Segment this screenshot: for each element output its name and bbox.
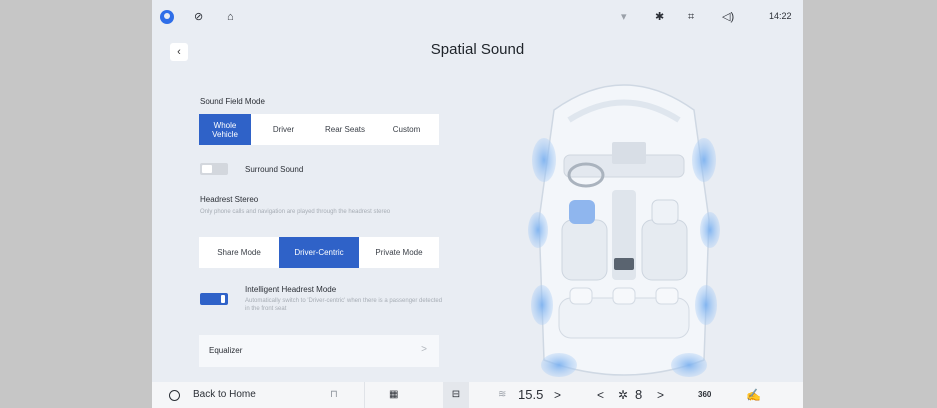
speaker-mid-left	[528, 212, 548, 248]
speaker-trunk-left	[541, 353, 577, 377]
camera-360-button[interactable]: 360	[698, 382, 711, 408]
seat-heat-icon[interactable]: ≋	[498, 382, 506, 408]
equalizer-label: Equalizer	[209, 346, 243, 355]
bell-icon[interactable]: ⌂	[227, 9, 234, 25]
intelligent-headrest-description: Automatically switch to 'Driver-centric'…	[245, 298, 443, 312]
assistant-icon[interactable]: ✍	[746, 382, 761, 408]
fan-icon: ✲	[618, 388, 629, 402]
back-to-home-button[interactable]: Back to Home	[193, 382, 256, 408]
sound-field-option-driver[interactable]: Driver	[251, 114, 316, 145]
headrest-option-private-mode[interactable]: Private Mode	[359, 237, 439, 268]
sound-field-option-custom[interactable]: Custom	[374, 114, 439, 145]
speaker-trunk-right	[671, 353, 707, 377]
speaker-front-right	[692, 138, 716, 182]
surround-sound-toggle[interactable]	[200, 163, 228, 175]
speaker-rear-left	[531, 285, 553, 325]
bluetooth-icon: ✱	[655, 11, 665, 23]
intelligent-headrest-label: Intelligent Headrest Mode	[245, 285, 337, 294]
center-display	[612, 142, 646, 164]
speaker-front-left	[532, 138, 556, 182]
right-bezel	[803, 0, 937, 408]
dock-divider	[364, 382, 365, 408]
chevron-right-icon: >	[421, 344, 427, 355]
driver-headrest	[569, 200, 595, 224]
no-smoking-icon: ⊘	[194, 11, 204, 23]
volume-icon[interactable]: ◁)	[722, 9, 734, 25]
headrest-option-share-mode[interactable]: Share Mode	[199, 237, 279, 268]
screen: ⊘ ⌂ ▾ ✱ ⌗ ◁) 14:22 ‹ Spatial Sound Sound…	[152, 0, 803, 408]
fan-increase-button[interactable]: >	[657, 382, 664, 408]
fan-level-value: 8	[635, 387, 643, 402]
surround-sound-label: Surround Sound	[245, 165, 304, 174]
temp-increase-button[interactable]: >	[554, 382, 561, 408]
driver-seat	[561, 219, 608, 281]
apps-grid-icon[interactable]: ▦	[389, 382, 398, 408]
signal-icon: ▾	[621, 11, 627, 23]
fan-decrease-button[interactable]: <	[597, 382, 604, 408]
clock: 14:22	[769, 11, 792, 21]
car-illustration	[528, 84, 720, 377]
intelligent-headrest-toggle[interactable]	[200, 293, 228, 305]
sound-field-option-rear-seats[interactable]: Rear Seats	[316, 114, 374, 145]
headrest-stereo-selector: Share Mode Driver-Centric Private Mode	[199, 237, 439, 268]
hotspot-icon: ⌗	[688, 11, 695, 23]
sound-field-selector: Whole Vehicle Driver Rear Seats Custom	[199, 114, 439, 145]
bottom-dock: Back to Home ⊓ ▦ ⊟ ≋ 15.5 > < ✲ 8 > 360 …	[152, 382, 803, 408]
lock-icon[interactable]: ⊓	[330, 382, 338, 408]
speaker-rear-right	[695, 285, 717, 325]
user-icon[interactable]	[160, 10, 174, 24]
page-title: Spatial Sound	[430, 41, 525, 58]
home-icon[interactable]	[169, 390, 180, 401]
sound-field-option-whole-vehicle[interactable]: Whole Vehicle	[199, 114, 251, 145]
passenger-headrest	[651, 199, 679, 225]
headrest-stereo-description: Only phone calls and navigation are play…	[200, 209, 391, 215]
headrest-stereo-label: Headrest Stereo	[200, 195, 259, 204]
temperature-value: 15.5	[518, 387, 544, 402]
headrest-option-driver-centric[interactable]: Driver-Centric	[279, 237, 359, 268]
speaker-mid-right	[700, 212, 720, 248]
equalizer-row[interactable]: Equalizer >	[199, 335, 439, 367]
car-icon[interactable]: ⊟	[443, 382, 469, 408]
sound-field-label: Sound Field Mode	[200, 97, 265, 106]
status-bar: ⊘ ⌂ ▾ ✱ ⌗ ◁) 14:22	[152, 0, 803, 34]
passenger-seat	[641, 219, 688, 281]
left-bezel	[0, 0, 152, 408]
